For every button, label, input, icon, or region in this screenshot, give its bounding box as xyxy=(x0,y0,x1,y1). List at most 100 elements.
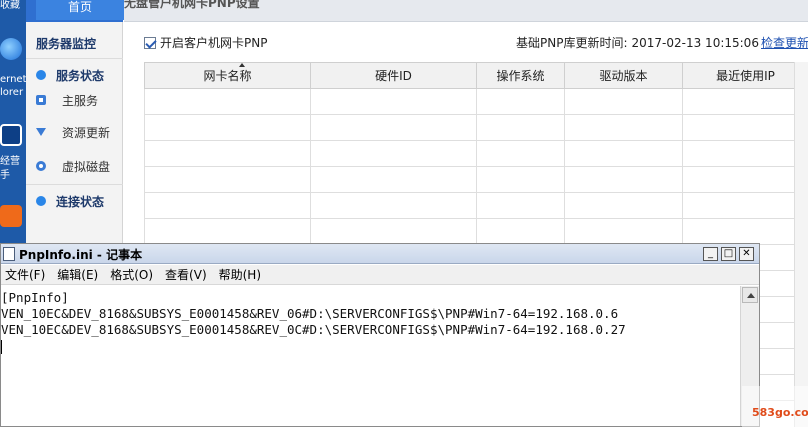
table-cell xyxy=(144,192,311,219)
table-cell xyxy=(682,140,808,167)
sidebar-item-resource-update[interactable]: 资源更新 xyxy=(26,122,123,142)
table-cell xyxy=(564,218,683,245)
section-label: 服务状态 xyxy=(56,68,105,83)
column-header[interactable]: 网卡名称 xyxy=(144,62,311,89)
menu-format[interactable]: 格式(O) xyxy=(110,266,153,283)
home-tab[interactable]: 首页 xyxy=(36,0,124,20)
check-update-link[interactable]: 检查更新 xyxy=(761,34,808,51)
table-row[interactable] xyxy=(144,166,808,193)
table-cell xyxy=(682,114,808,141)
internet-explorer-icon[interactable] xyxy=(0,38,22,60)
main-title: 无盘管户机网卡PNP设置 xyxy=(124,0,260,10)
table-cell xyxy=(564,88,683,115)
notepad-title: PnpInfo.ini - 记事本 xyxy=(19,248,143,262)
desktop-label: lorer xyxy=(0,87,24,98)
table-row[interactable] xyxy=(144,88,808,115)
table-cell xyxy=(310,114,477,141)
table-cell xyxy=(144,114,311,141)
table-cell xyxy=(144,218,311,245)
notepad-titlebar[interactable]: PnpInfo.ini - 记事本 _ □ ✕ xyxy=(1,244,759,264)
text-line: VEN_10EC&DEV_8168&SUBSYS_E0001458&REV_0C… xyxy=(1,322,626,337)
menu-view[interactable]: 查看(V) xyxy=(165,266,207,283)
table-scrollbar[interactable] xyxy=(794,62,808,427)
pnp-checkbox[interactable] xyxy=(144,36,156,49)
table-cell xyxy=(476,218,565,245)
text-line: [PnpInfo] xyxy=(1,290,69,305)
pnp-toggle[interactable]: 开启客户机网卡PNP xyxy=(144,34,267,51)
sidebar-title: 服务器监控 xyxy=(26,26,123,60)
table-row[interactable] xyxy=(144,140,808,167)
table-cell xyxy=(476,88,565,115)
pnp-checkbox-label: 开启客户机网卡PNP xyxy=(160,36,268,50)
table-cell xyxy=(682,88,808,115)
table-cell xyxy=(476,114,565,141)
sidebar-item-label: 虚拟磁盘 xyxy=(62,159,111,174)
table-cell xyxy=(476,140,565,167)
sidebar-item-main-service[interactable]: 主服务 xyxy=(26,90,123,110)
column-header-label: 网卡名称 xyxy=(203,69,252,83)
sidebar-title-label: 服务器监控 xyxy=(36,36,97,51)
column-header[interactable]: 驱动版本 xyxy=(564,62,683,89)
close-button[interactable]: ✕ xyxy=(739,247,754,261)
column-header[interactable]: 操作系统 xyxy=(476,62,565,89)
network-app-icon[interactable] xyxy=(0,124,22,146)
menu-edit[interactable]: 编辑(E) xyxy=(57,266,98,283)
table-row[interactable] xyxy=(144,218,808,245)
desktop-label: 经营 xyxy=(0,156,20,167)
update-time: 2017-02-13 10:15:06 xyxy=(631,36,759,50)
column-header[interactable]: 硬件ID xyxy=(310,62,477,89)
table-cell xyxy=(564,192,683,219)
desktop-label: ernet xyxy=(0,74,26,85)
table-cell xyxy=(144,166,311,193)
table-row[interactable] xyxy=(144,114,808,141)
text-caret xyxy=(1,340,2,354)
table-cell xyxy=(476,166,565,193)
table-cell xyxy=(310,218,477,245)
table-cell xyxy=(310,166,477,193)
column-header[interactable]: 最近使用IP xyxy=(682,62,808,89)
service-icon xyxy=(36,95,46,105)
notepad-app-icon xyxy=(3,247,15,261)
desktop-label: 手 xyxy=(0,170,10,181)
table-cell xyxy=(564,114,683,141)
sort-ascending-icon xyxy=(239,63,245,67)
update-label: 基础PNP库更新时间: xyxy=(516,36,628,50)
menu-file[interactable]: 文件(F) xyxy=(5,266,45,283)
info-icon xyxy=(36,70,46,80)
notepad-text-area[interactable]: [PnpInfo] VEN_10EC&DEV_8168&SUBSYS_E0001… xyxy=(1,286,739,426)
info-icon xyxy=(36,196,46,206)
sidebar-item-virtual-disk[interactable]: 虚拟磁盘 xyxy=(26,156,123,176)
table-cell xyxy=(564,166,683,193)
table-cell xyxy=(144,140,311,167)
sidebar-item-label: 主服务 xyxy=(62,93,99,108)
disk-icon xyxy=(36,161,46,171)
notepad-window: PnpInfo.ini - 记事本 _ □ ✕ 文件(F) 编辑(E) 格式(O… xyxy=(0,243,760,427)
safe-app-icon[interactable] xyxy=(0,205,22,227)
table-header-row: 网卡名称 硬件ID 操作系统 驱动版本 最近使用IP xyxy=(144,62,808,89)
table-cell xyxy=(310,140,477,167)
table-cell xyxy=(564,140,683,167)
sidebar-item-label: 资源更新 xyxy=(62,125,111,140)
menu-help[interactable]: 帮助(H) xyxy=(219,266,261,283)
table-cell xyxy=(476,192,565,219)
table-cell xyxy=(310,192,477,219)
table-cell xyxy=(682,166,808,193)
table-cell xyxy=(682,192,808,219)
watermark: 583go.com xyxy=(742,386,808,427)
desktop-label: 收藏 xyxy=(0,0,20,11)
scroll-up-button[interactable] xyxy=(742,287,758,303)
section-label: 连接状态 xyxy=(56,194,105,209)
table-cell xyxy=(310,88,477,115)
watermark-text: 583go.com xyxy=(752,406,808,419)
update-info: 基础PNP库更新时间: 2017-02-13 10:15:06 xyxy=(516,34,759,51)
notepad-menubar: 文件(F) 编辑(E) 格式(O) 查看(V) 帮助(H) xyxy=(1,265,759,285)
maximize-button[interactable]: □ xyxy=(721,247,736,261)
main-titlebar: 无盘管户机网卡PNP设置 xyxy=(124,0,808,22)
sidebar-section-service-status[interactable]: 服务状态 xyxy=(26,58,123,92)
table-row[interactable] xyxy=(144,192,808,219)
minimize-button[interactable]: _ xyxy=(703,247,718,261)
table-cell xyxy=(144,88,311,115)
app-sidebar: 服务器监控 服务状态 主服务 资源更新 虚拟磁盘 连接状态 xyxy=(26,22,123,252)
text-line: VEN_10EC&DEV_8168&SUBSYS_E0001458&REV_06… xyxy=(1,306,619,321)
sidebar-section-connection-status[interactable]: 连接状态 xyxy=(26,184,123,218)
